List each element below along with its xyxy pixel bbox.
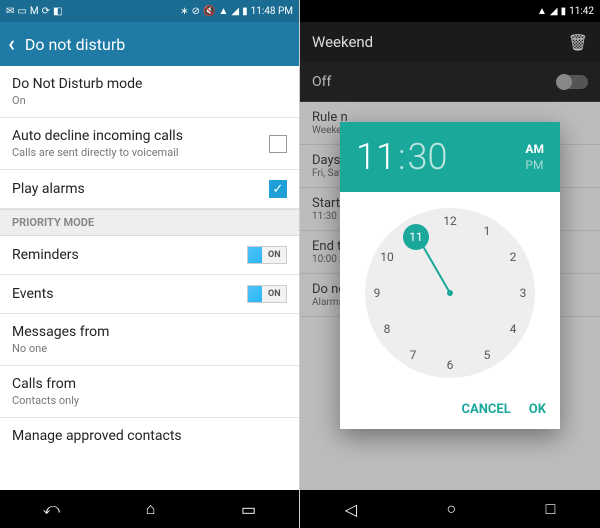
battery-icon: ▮ (561, 6, 567, 17)
nav-back-icon[interactable]: ⤺ (43, 499, 60, 519)
mail-icon: ✉ (6, 6, 14, 17)
row-dnd-mode[interactable]: Do Not Disturb mode On (0, 66, 299, 118)
hour-9[interactable]: 9 (367, 286, 387, 300)
off-label: Off (312, 74, 331, 90)
hour-selected-11[interactable]: 11 (403, 224, 429, 250)
hour-7[interactable]: 7 (403, 348, 423, 362)
am-label[interactable]: AM (525, 141, 544, 157)
status-bar-right: ▲ ◢ ▮ 11:42 (300, 0, 600, 22)
time-picker-header: 11 : 30 AM PM (340, 122, 560, 192)
time-minute[interactable]: 30 (408, 136, 448, 178)
navbar-left: ⤺ ⌂ ▭ (0, 490, 299, 528)
phone-right: ▲ ◢ ▮ 11:42 Weekend 🗑 Off Rule n Weeke D… (300, 0, 600, 528)
time-picker-scrim: 11 : 30 AM PM 11 12 1 (300, 102, 600, 452)
row-calls-from[interactable]: Calls from Contacts only (0, 366, 299, 418)
app-icon: ◧ (53, 6, 62, 17)
row-sub: On (12, 94, 142, 107)
header-title: Do not disturb (25, 35, 125, 54)
row-play-alarms[interactable]: Play alarms ✓ (0, 170, 299, 209)
hour-3[interactable]: 3 (513, 286, 533, 300)
ampm-toggle: AM PM (525, 141, 544, 173)
clock-hand (419, 241, 451, 294)
navbar-right: ◁ ○ □ (300, 490, 600, 528)
nav-recent-icon[interactable]: ▭ (241, 500, 256, 519)
header-right: Weekend 🗑 (300, 22, 600, 62)
hour-1[interactable]: 1 (477, 224, 497, 238)
row-sub: Contacts only (12, 394, 79, 407)
row-title: Auto decline incoming calls (12, 128, 183, 144)
clock-center (447, 290, 453, 296)
nav-back-icon[interactable]: ◁ (345, 500, 357, 519)
clock-face[interactable]: 11 12 1 2 3 4 5 6 7 8 9 10 (365, 208, 535, 378)
row-title: Do Not Disturb mode (12, 76, 142, 92)
hour-4[interactable]: 4 (503, 322, 523, 336)
status-icons-left: ✉ ▭ M ⟳ ◧ (6, 6, 62, 17)
row-title: Play alarms (12, 181, 85, 197)
row-sub: No one (12, 342, 109, 355)
row-title: Messages from (12, 324, 109, 340)
row-title: Reminders (12, 247, 79, 263)
signal-icon: ◢ (550, 6, 558, 17)
bg-list: Rule n Weeke Days Fri, Sat Start ti 11:3… (300, 102, 600, 490)
pm-label[interactable]: PM (525, 157, 544, 173)
dialog-actions: CANCEL OK (340, 394, 560, 429)
trash-icon[interactable]: 🗑 (568, 33, 588, 52)
dnd-icon: ⊘ (192, 6, 200, 17)
time-colon: : (398, 136, 406, 178)
clock-text: 11:42 (569, 6, 594, 17)
header-left: ‹ Do not disturb (0, 22, 299, 66)
gmail-icon: M (30, 6, 39, 17)
wifi-icon: ▲ (218, 6, 228, 17)
wifi-icon: ▲ (537, 6, 547, 17)
clock-face-wrap: 11 12 1 2 3 4 5 6 7 8 9 10 (340, 192, 560, 394)
toggle-events[interactable]: ON (247, 285, 287, 303)
phone-left: ✉ ▭ M ⟳ ◧ ∗ ⊘ 🔇 ▲ ◢ ▮ 11:48 PM ‹ Do not … (0, 0, 300, 528)
row-title: Events (12, 286, 53, 302)
checkbox-auto-decline[interactable] (269, 135, 287, 153)
clock-text: 11:48 PM (251, 6, 293, 17)
nav-home-icon[interactable]: ⌂ (146, 499, 156, 519)
status-bar-left: ✉ ▭ M ⟳ ◧ ∗ ⊘ 🔇 ▲ ◢ ▮ 11:48 PM (0, 0, 299, 22)
back-icon[interactable]: ‹ (8, 32, 15, 57)
header-title: Weekend (312, 33, 373, 51)
sync-icon: ⟳ (42, 6, 50, 17)
time-hour[interactable]: 11 (356, 136, 396, 178)
row-reminders[interactable]: Reminders ON (0, 236, 299, 275)
toggle-reminders[interactable]: ON (247, 246, 287, 264)
row-messages-from[interactable]: Messages from No one (0, 314, 299, 366)
checkbox-play-alarms[interactable]: ✓ (269, 180, 287, 198)
hour-5[interactable]: 5 (477, 348, 497, 362)
mute-icon: 🔇 (203, 6, 215, 17)
row-manage-contacts[interactable]: Manage approved contacts (0, 418, 299, 454)
hour-2[interactable]: 2 (503, 250, 523, 264)
hour-10[interactable]: 10 (377, 250, 397, 264)
row-title: Calls from (12, 376, 79, 392)
nav-recent-icon[interactable]: □ (546, 499, 556, 519)
nav-home-icon[interactable]: ○ (446, 499, 456, 519)
row-title: Manage approved contacts (12, 428, 182, 444)
ok-button[interactable]: OK (529, 402, 546, 417)
switch-off[interactable] (558, 75, 588, 89)
hour-8[interactable]: 8 (377, 322, 397, 336)
status-icons-right: ∗ ⊘ 🔇 ▲ ◢ ▮ 11:48 PM (180, 6, 293, 17)
signal-icon: ◢ (231, 6, 239, 17)
hour-12[interactable]: 12 (440, 214, 460, 228)
bt-icon: ∗ (180, 6, 188, 17)
row-auto-decline[interactable]: Auto decline incoming calls Calls are se… (0, 118, 299, 170)
row-events[interactable]: Events ON (0, 275, 299, 314)
time-picker-dialog: 11 : 30 AM PM 11 12 1 (340, 122, 560, 429)
cancel-button[interactable]: CANCEL (462, 402, 511, 417)
time-display: 11 : 30 (356, 136, 447, 178)
battery-icon: ▮ (242, 6, 248, 17)
row-off[interactable]: Off (300, 62, 600, 102)
settings-list: Do Not Disturb mode On Auto decline inco… (0, 66, 299, 490)
section-priority-mode: PRIORITY MODE (0, 209, 299, 236)
row-sub: Calls are sent directly to voicemail (12, 146, 183, 159)
chat-icon: ▭ (17, 6, 26, 17)
hour-6[interactable]: 6 (440, 358, 460, 372)
